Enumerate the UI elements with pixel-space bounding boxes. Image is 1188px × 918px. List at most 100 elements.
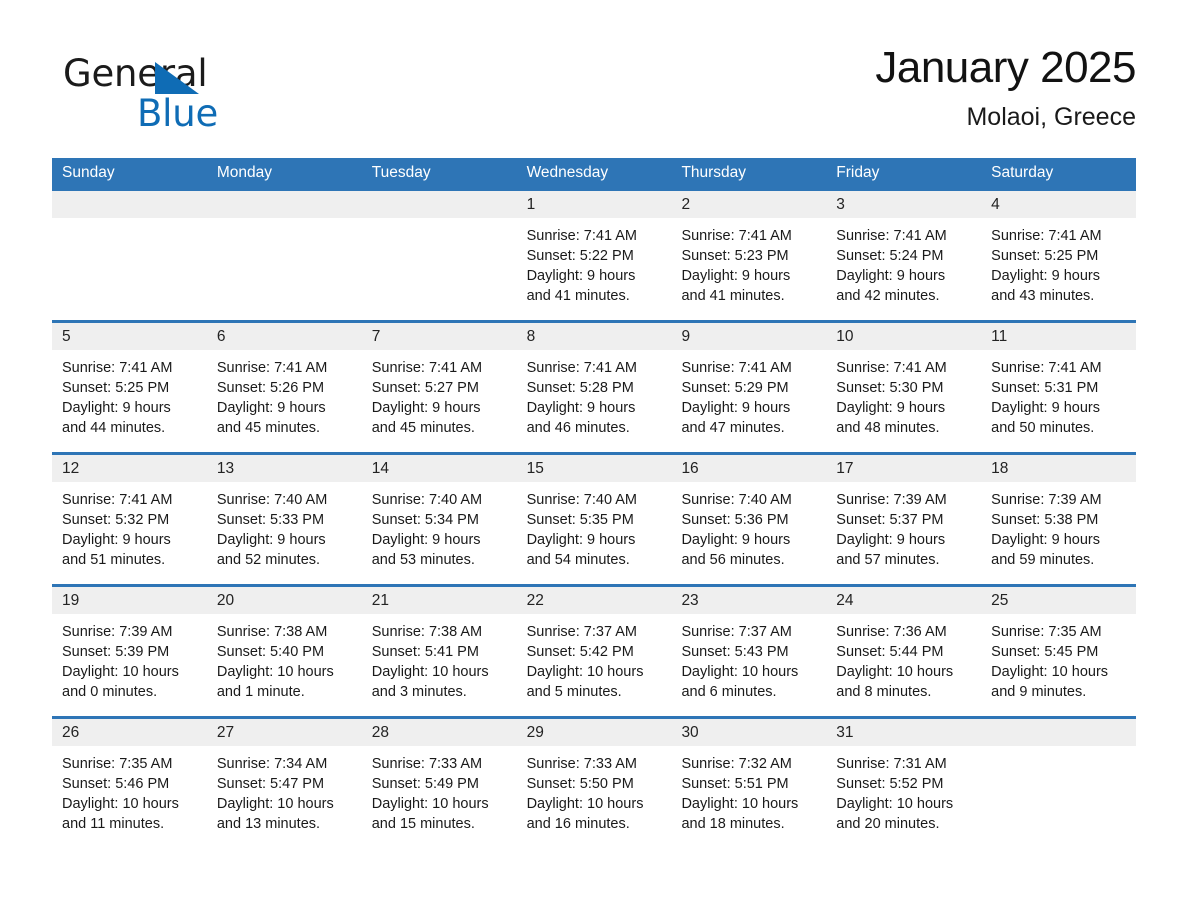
day-cell[interactable]: 18 Sunrise: 7:39 AM Sunset: 5:38 PM Dayl…: [981, 455, 1137, 584]
day-cell[interactable]: 15 Sunrise: 7:40 AM Sunset: 5:35 PM Dayl…: [516, 455, 672, 584]
day-cell[interactable]: 8 Sunrise: 7:41 AM Sunset: 5:28 PM Dayli…: [516, 323, 672, 452]
day-cell[interactable]: 30 Sunrise: 7:32 AM Sunset: 5:51 PM Dayl…: [671, 719, 827, 848]
day-number: 26: [62, 724, 80, 741]
day-cell[interactable]: 5 Sunrise: 7:41 AM Sunset: 5:25 PM Dayli…: [52, 323, 207, 452]
day-cell[interactable]: 19 Sunrise: 7:39 AM Sunset: 5:39 PM Dayl…: [52, 587, 207, 716]
day-cell[interactable]: 7 Sunrise: 7:41 AM Sunset: 5:27 PM Dayli…: [361, 323, 517, 452]
daylight-text-line2: and 44 minutes.: [62, 420, 166, 436]
sunrise-text: Sunrise: 7:41 AM: [526, 228, 637, 244]
daylight-text-line2: and 46 minutes.: [526, 420, 630, 436]
daylight-text-line1: Daylight: 9 hours: [836, 268, 946, 284]
day-number: 29: [526, 724, 544, 741]
sunrise-text: Sunrise: 7:40 AM: [526, 492, 637, 508]
day-cell[interactable]: 9 Sunrise: 7:41 AM Sunset: 5:29 PM Dayli…: [671, 323, 827, 452]
day-cell[interactable]: 25 Sunrise: 7:35 AM Sunset: 5:45 PM Dayl…: [981, 587, 1137, 716]
day-info: Sunrise: 7:40 AM Sunset: 5:35 PM Dayligh…: [517, 482, 672, 570]
sunrise-text: Sunrise: 7:35 AM: [991, 624, 1102, 640]
generalblue-logo[interactable]: General Blue: [57, 54, 357, 144]
sunset-text: Sunset: 5:24 PM: [836, 248, 944, 264]
daylight-text-line2: and 54 minutes.: [526, 552, 630, 568]
daylight-text-line1: Daylight: 9 hours: [836, 532, 946, 548]
sunrise-text: Sunrise: 7:41 AM: [526, 360, 637, 376]
day-cell[interactable]: 16 Sunrise: 7:40 AM Sunset: 5:36 PM Dayl…: [671, 455, 827, 584]
day-cell[interactable]: 20 Sunrise: 7:38 AM Sunset: 5:40 PM Dayl…: [206, 587, 362, 716]
daylight-text-line1: Daylight: 10 hours: [681, 664, 799, 680]
day-info: Sunrise: 7:36 AM Sunset: 5:44 PM Dayligh…: [826, 614, 981, 702]
day-cell[interactable]: 23 Sunrise: 7:37 AM Sunset: 5:43 PM Dayl…: [671, 587, 827, 716]
daylight-text-line1: Daylight: 10 hours: [216, 796, 334, 812]
day-cell[interactable]: 26 Sunrise: 7:35 AM Sunset: 5:46 PM Dayl…: [52, 719, 207, 848]
daylight-text-line2: and 48 minutes.: [836, 420, 940, 436]
day-cell[interactable]: 17 Sunrise: 7:39 AM Sunset: 5:37 PM Dayl…: [826, 455, 982, 584]
daylight-text-line1: Daylight: 10 hours: [371, 796, 489, 812]
daylight-text-line1: Daylight: 9 hours: [62, 532, 171, 548]
daylight-text-line1: Daylight: 9 hours: [991, 400, 1100, 416]
day-number-bar: 16: [671, 455, 827, 482]
day-cell[interactable]: 12 Sunrise: 7:41 AM Sunset: 5:32 PM Dayl…: [52, 455, 207, 584]
daylight-text-line1: Daylight: 9 hours: [62, 400, 171, 416]
sunrise-text: Sunrise: 7:41 AM: [371, 360, 483, 376]
daylight-text-line2: and 41 minutes.: [526, 288, 630, 304]
sunset-text: Sunset: 5:51 PM: [681, 776, 789, 792]
daylight-text-line2: and 47 minutes.: [681, 420, 785, 436]
day-info: Sunrise: 7:38 AM Sunset: 5:41 PM Dayligh…: [362, 614, 517, 702]
day-number-bar: 10: [826, 323, 982, 350]
calendar-grid: Sunday Monday Tuesday Wednesday Thursday…: [52, 158, 1137, 848]
sunset-text: Sunset: 5:22 PM: [526, 248, 634, 264]
day-cell[interactable]: 3 Sunrise: 7:41 AM Sunset: 5:24 PM Dayli…: [826, 191, 982, 320]
daylight-text-line1: Daylight: 9 hours: [526, 268, 636, 284]
daylight-text-line1: Daylight: 10 hours: [681, 796, 799, 812]
day-cell: [52, 191, 207, 320]
day-cell[interactable]: 24 Sunrise: 7:36 AM Sunset: 5:44 PM Dayl…: [826, 587, 982, 716]
sunset-text: Sunset: 5:35 PM: [526, 512, 634, 528]
day-cell[interactable]: 11 Sunrise: 7:41 AM Sunset: 5:31 PM Dayl…: [981, 323, 1137, 452]
sunset-text: Sunset: 5:28 PM: [526, 380, 634, 396]
day-number: 15: [526, 460, 544, 477]
day-cell[interactable]: 14 Sunrise: 7:40 AM Sunset: 5:34 PM Dayl…: [361, 455, 517, 584]
day-number-bar: 3: [826, 191, 982, 218]
day-number: 21: [371, 592, 389, 609]
logo-triangle-icon: [155, 62, 199, 94]
day-number-bar: 28: [361, 719, 517, 746]
day-info: Sunrise: 7:39 AM Sunset: 5:39 PM Dayligh…: [52, 614, 207, 702]
weekday-header-row: Sunday Monday Tuesday Wednesday Thursday…: [52, 158, 1136, 188]
sunset-text: Sunset: 5:36 PM: [681, 512, 789, 528]
day-number: 31: [836, 724, 854, 741]
day-number-bar: [206, 191, 362, 218]
day-number: 22: [526, 592, 544, 609]
day-info: Sunrise: 7:39 AM Sunset: 5:38 PM Dayligh…: [981, 482, 1136, 570]
day-cell[interactable]: 2 Sunrise: 7:41 AM Sunset: 5:23 PM Dayli…: [671, 191, 827, 320]
daylight-text-line2: and 9 minutes.: [991, 684, 1087, 700]
day-number-bar: 4: [981, 191, 1137, 218]
daylight-text-line2: and 53 minutes.: [371, 552, 475, 568]
day-info: Sunrise: 7:41 AM Sunset: 5:29 PM Dayligh…: [671, 350, 826, 438]
daylight-text-line2: and 45 minutes.: [371, 420, 475, 436]
daylight-text-line1: Daylight: 9 hours: [371, 532, 481, 548]
day-number-bar: 24: [826, 587, 982, 614]
day-cell[interactable]: 1 Sunrise: 7:41 AM Sunset: 5:22 PM Dayli…: [516, 191, 672, 320]
sunset-text: Sunset: 5:31 PM: [991, 380, 1099, 396]
day-number: 28: [371, 724, 389, 741]
sunrise-text: Sunrise: 7:41 AM: [836, 228, 947, 244]
sunrise-text: Sunrise: 7:32 AM: [681, 756, 792, 772]
day-cell[interactable]: 22 Sunrise: 7:37 AM Sunset: 5:42 PM Dayl…: [516, 587, 672, 716]
day-info: Sunrise: 7:41 AM Sunset: 5:31 PM Dayligh…: [981, 350, 1136, 438]
day-cell[interactable]: 29 Sunrise: 7:33 AM Sunset: 5:50 PM Dayl…: [516, 719, 672, 848]
sunrise-text: Sunrise: 7:41 AM: [62, 360, 173, 376]
sunrise-text: Sunrise: 7:31 AM: [836, 756, 947, 772]
day-cell[interactable]: 10 Sunrise: 7:41 AM Sunset: 5:30 PM Dayl…: [826, 323, 982, 452]
day-cell[interactable]: 13 Sunrise: 7:40 AM Sunset: 5:33 PM Dayl…: [206, 455, 362, 584]
day-number-bar: [52, 191, 207, 218]
day-cell[interactable]: 27 Sunrise: 7:34 AM Sunset: 5:47 PM Dayl…: [206, 719, 362, 848]
daylight-text-line2: and 18 minutes.: [681, 816, 785, 832]
sunset-text: Sunset: 5:50 PM: [526, 776, 634, 792]
day-cell[interactable]: 31 Sunrise: 7:31 AM Sunset: 5:52 PM Dayl…: [826, 719, 982, 848]
day-number-bar: 9: [671, 323, 827, 350]
daylight-text-line2: and 51 minutes.: [62, 552, 166, 568]
day-cell[interactable]: 28 Sunrise: 7:33 AM Sunset: 5:49 PM Dayl…: [361, 719, 517, 848]
day-cell[interactable]: 21 Sunrise: 7:38 AM Sunset: 5:41 PM Dayl…: [361, 587, 517, 716]
day-cell[interactable]: 6 Sunrise: 7:41 AM Sunset: 5:26 PM Dayli…: [206, 323, 362, 452]
day-cell[interactable]: 4 Sunrise: 7:41 AM Sunset: 5:25 PM Dayli…: [981, 191, 1137, 320]
daylight-text-line2: and 56 minutes.: [681, 552, 785, 568]
day-number: 24: [836, 592, 854, 609]
